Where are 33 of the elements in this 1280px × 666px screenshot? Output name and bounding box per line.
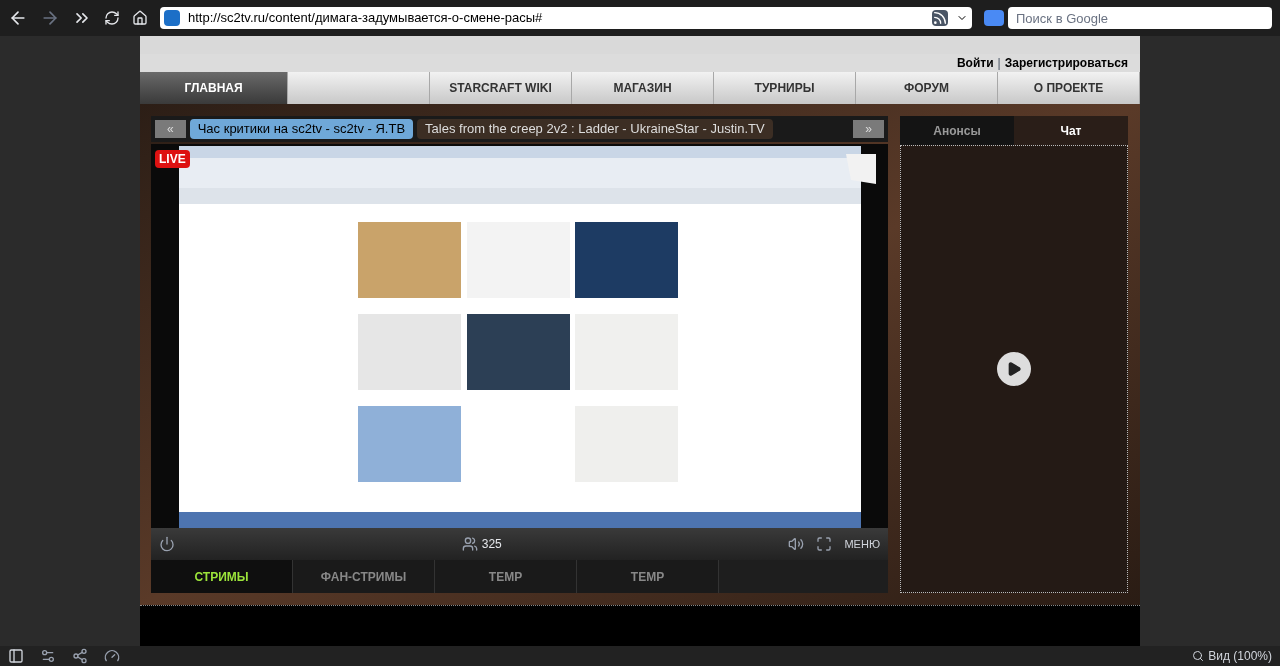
- share-icon[interactable]: [72, 648, 88, 664]
- menu-button[interactable]: МЕНЮ: [844, 535, 880, 553]
- side-tab[interactable]: Чат: [1014, 116, 1128, 145]
- play-icon: [1006, 361, 1022, 377]
- sidebar-icon[interactable]: [8, 648, 24, 664]
- tools-icon[interactable]: [40, 648, 56, 664]
- zoom-icon: [1192, 650, 1205, 662]
- fullscreen-icon[interactable]: [816, 536, 833, 552]
- zoom-button[interactable]: Вид (100%): [1208, 647, 1272, 665]
- separator-text: |: [997, 55, 1001, 72]
- category-tab[interactable]: TEMP: [577, 560, 719, 593]
- live-badge: LIVE: [155, 150, 190, 168]
- category-tab[interactable]: СТРИМЫ: [151, 560, 293, 593]
- power-icon[interactable]: [159, 536, 175, 552]
- volume-icon[interactable]: [788, 536, 805, 552]
- login-link[interactable]: Войти: [956, 54, 994, 72]
- register-link[interactable]: Зарегистрироваться: [1004, 54, 1128, 72]
- gauge-icon[interactable]: [104, 648, 120, 664]
- rss-icon[interactable]: [932, 10, 948, 26]
- side-tab[interactable]: Анонсы: [900, 116, 1014, 145]
- viewers-icon: [461, 536, 478, 552]
- nav-tab[interactable]: ГЛАВНАЯ: [140, 72, 288, 104]
- url-text: http://sc2tv.ru/content/димага-задумывается-о-смене-расы#: [188, 9, 544, 28]
- search-field[interactable]: Поиск в Google: [1008, 7, 1272, 29]
- home-icon[interactable]: [132, 10, 148, 26]
- stream-tab[interactable]: Tales from the creep 2v2 : Ladder - UkraineStar - Justin.TV: [417, 119, 773, 139]
- stream-tab[interactable]: Час критики на sc2tv - sc2tv - Я.ТВ: [189, 119, 414, 139]
- reload-icon[interactable]: [104, 10, 120, 26]
- category-tab[interactable]: ФАН-СТРИМЫ: [293, 560, 435, 593]
- viewer-count: 325: [481, 536, 502, 553]
- play-button[interactable]: [997, 352, 1031, 386]
- category-tab[interactable]: TEMP: [435, 560, 577, 593]
- address-bar[interactable]: http://sc2tv.ru/content/димага-задумывается-о-смене-расы#: [160, 7, 972, 29]
